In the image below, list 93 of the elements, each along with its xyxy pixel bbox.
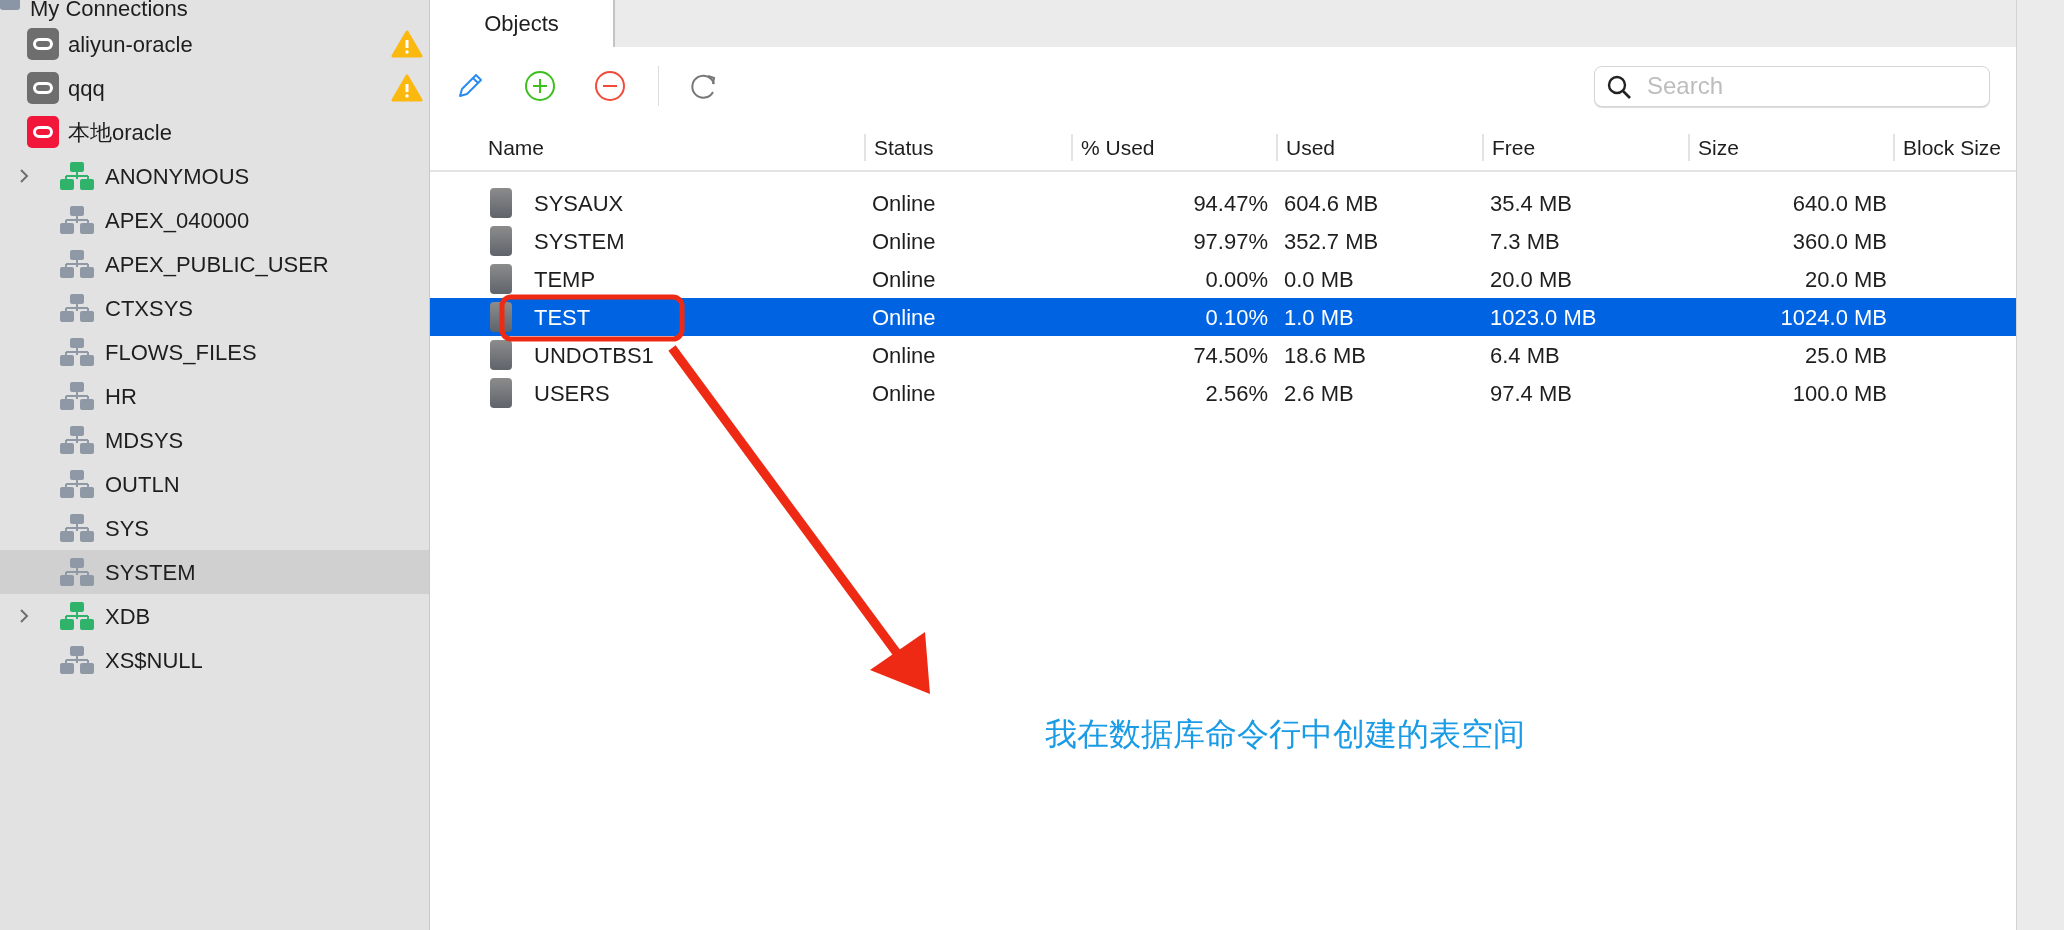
table-row[interactable]: TEST Online 0.10% 1.0 MB 1023.0 MB 1024.0 MB	[430, 298, 2016, 336]
table-cell-text: 360.0 MB	[1792, 227, 1887, 256]
tablespace-icon	[490, 264, 512, 294]
tablespace-icon	[490, 340, 512, 370]
tablespace-icon	[490, 188, 512, 218]
schema-item[interactable]: CTXSYS	[0, 286, 429, 330]
table-cell-text: SYSTEM	[534, 227, 625, 256]
table-cell-text: Online	[872, 189, 936, 218]
table-cell-text: Online	[872, 265, 936, 294]
table-cell-text: 6.4 MB	[1490, 341, 1560, 370]
column-header[interactable]: Name	[488, 131, 545, 164]
table-cell-text: 20.0 MB	[1490, 265, 1572, 294]
connection-item[interactable]: qqq	[0, 66, 429, 110]
table-cell-text: Online	[872, 341, 936, 370]
schema-icon	[60, 293, 94, 323]
column-header[interactable]: Status	[874, 131, 934, 164]
table-cell-text: UNDOTBS1	[534, 341, 654, 370]
add-icon	[524, 70, 556, 102]
schema-icon	[60, 425, 94, 455]
table-cell-text: 94.47%	[1193, 189, 1268, 218]
table-row[interactable]: USERS Online 2.56% 2.6 MB 97.4 MB 100.0 MB	[430, 374, 2016, 412]
table-cell-text: 1.0 MB	[1284, 303, 1354, 332]
table-row[interactable]: SYSTEM Online 97.97% 352.7 MB 7.3 MB 360.0 MB	[430, 222, 2016, 260]
schema-item[interactable]: XDB	[0, 594, 429, 638]
table-cell-text: 640.0 MB	[1792, 189, 1887, 218]
schema-icon	[60, 557, 94, 587]
connection-item[interactable]: aliyun-oracle	[0, 22, 429, 66]
column-header[interactable]: Used	[1286, 131, 1336, 164]
remove-icon	[594, 70, 626, 102]
table-cell-text: 1023.0 MB	[1490, 303, 1597, 332]
tablespace-icon	[490, 378, 512, 408]
table-row[interactable]: TEMP Online 0.00% 0.0 MB 20.0 MB 20.0 MB	[430, 260, 2016, 298]
schema-icon	[60, 161, 94, 191]
table-row[interactable]: SYSAUX Online 94.47% 604.6 MB 35.4 MB 640.0 MB	[430, 184, 2016, 222]
schema-item[interactable]: ANONYMOUS	[0, 154, 429, 198]
schema-icon	[60, 601, 94, 631]
table-cell-text: Online	[872, 227, 936, 256]
schema-item[interactable]: MDSYS	[0, 418, 429, 462]
table-cell-text: 2.56%	[1205, 379, 1268, 408]
table-cell-text: 97.4 MB	[1490, 379, 1572, 408]
table-cell-text: 0.00%	[1205, 265, 1268, 294]
schema-item[interactable]: XS$NULL	[0, 638, 429, 682]
tab[interactable]: Objects	[430, 0, 615, 47]
section-header: My Connections	[30, 0, 188, 20]
schema-icon	[60, 513, 94, 543]
table-cell-text: 2.6 MB	[1284, 379, 1354, 408]
table-cell-text: 97.97%	[1193, 227, 1268, 256]
table-cell-text: 352.7 MB	[1284, 227, 1379, 256]
table-cell-text: 604.6 MB	[1284, 189, 1379, 218]
database-icon	[27, 72, 59, 104]
table-cell-text: USERS	[534, 379, 610, 408]
table-cell-text: Online	[872, 303, 936, 332]
schema-item[interactable]: APEX_040000	[0, 198, 429, 242]
table-cell-text: 18.6 MB	[1284, 341, 1366, 370]
schema-icon	[60, 249, 94, 279]
schema-icon	[60, 469, 94, 499]
tablespace-icon	[490, 226, 512, 256]
warning-icon	[391, 74, 423, 102]
table-cell-text: 0.0 MB	[1284, 265, 1354, 294]
schema-icon	[60, 645, 94, 675]
table-cell-text: 20.0 MB	[1805, 265, 1887, 294]
schema-icon	[60, 337, 94, 367]
search-icon	[1606, 73, 1632, 100]
table-cell-text: 1024.0 MB	[1780, 303, 1887, 332]
table-cell-text: TEST	[534, 303, 591, 332]
schema-item[interactable]: FLOWS_FILES	[0, 330, 429, 374]
schema-icon	[60, 381, 94, 411]
column-header[interactable]: Free	[1492, 131, 1536, 164]
schema-item[interactable]: SYSTEM	[0, 550, 429, 594]
schema-item[interactable]: OUTLN	[0, 462, 429, 506]
table-cell-text: SYSAUX	[534, 189, 624, 218]
database-icon	[27, 116, 59, 148]
table-cell-text: 0.10%	[1205, 303, 1268, 332]
table-cell-text: 35.4 MB	[1490, 189, 1572, 218]
search-field[interactable]: Search	[1594, 65, 1990, 107]
database-icon	[27, 28, 59, 60]
warning-icon	[391, 30, 423, 58]
schema-icon	[60, 205, 94, 235]
connection-item[interactable]: 本地oracle	[0, 110, 429, 154]
column-header[interactable]: Size	[1698, 131, 1739, 164]
table-cell-text: 74.50%	[1193, 341, 1268, 370]
schema-item[interactable]: APEX_PUBLIC_USER	[0, 242, 429, 286]
table-cell-text: Online	[872, 379, 936, 408]
table-row[interactable]: UNDOTBS1 Online 74.50% 18.6 MB 6.4 MB 25.0 MB	[430, 336, 2016, 374]
annotation-text: 我在数据库命令行中创建的表空间	[1045, 715, 1525, 754]
column-header[interactable]: % Used	[1081, 131, 1155, 164]
table-cell-text: 25.0 MB	[1805, 341, 1887, 370]
table-cell-text: 100.0 MB	[1792, 379, 1887, 408]
table-cell-text: 7.3 MB	[1490, 227, 1560, 256]
table-cell-text: TEMP	[534, 265, 596, 294]
schema-item[interactable]: SYS	[0, 506, 429, 550]
schema-item[interactable]: HR	[0, 374, 429, 418]
column-header[interactable]: Block Size	[1903, 131, 2002, 164]
